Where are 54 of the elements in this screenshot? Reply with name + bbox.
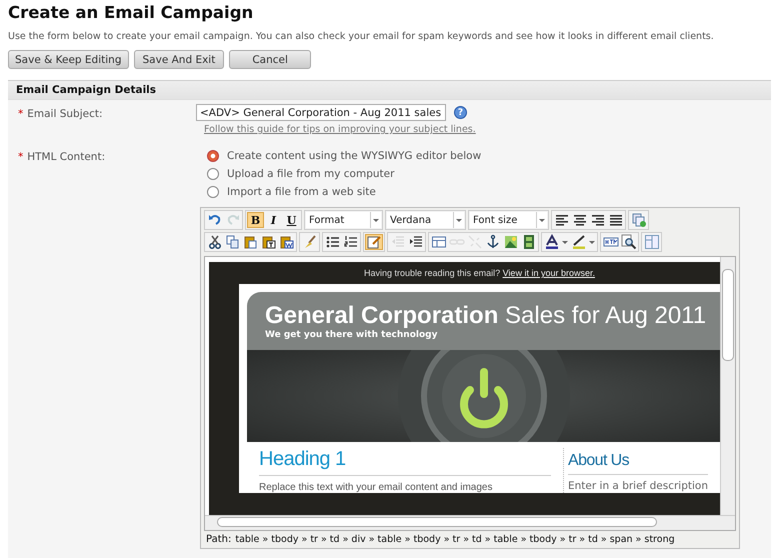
toolbar-dropdown[interactable]: Verdana bbox=[387, 212, 464, 228]
toolbar-dropdown[interactable]: Font size bbox=[470, 212, 547, 228]
vertical-scrollbar[interactable] bbox=[720, 257, 735, 515]
notice-text: Having trouble reading this email? View it in your browser. bbox=[364, 268, 595, 278]
browser-link[interactable]: View it in your browser. bbox=[502, 268, 595, 278]
form-button[interactable]: Cancel bbox=[229, 50, 311, 69]
radio-button[interactable] bbox=[207, 150, 219, 162]
scissors-icon[interactable] bbox=[206, 234, 223, 250]
path-label: Path: bbox=[206, 534, 232, 545]
sidebar-heading: About Us bbox=[568, 448, 708, 475]
radio-button[interactable] bbox=[207, 186, 219, 198]
align-right-icon[interactable] bbox=[589, 212, 606, 228]
required-mark: * bbox=[18, 108, 24, 120]
form-button[interactable]: Save And Exit bbox=[134, 50, 224, 69]
field-label: Email Subject: bbox=[27, 108, 103, 120]
horizontal-scrollbar[interactable] bbox=[205, 515, 735, 530]
radio-label[interactable]: Upload a file from my computer bbox=[227, 168, 394, 180]
paste-word-icon[interactable] bbox=[278, 234, 295, 250]
content-heading: Heading 1 bbox=[259, 448, 551, 476]
format-button[interactable]: I bbox=[265, 212, 282, 228]
table-icon[interactable] bbox=[430, 234, 447, 250]
text-color-icon[interactable] bbox=[543, 234, 569, 250]
radio-button[interactable] bbox=[207, 168, 219, 180]
radio-label[interactable]: Create content using the WYSIWYG editor below bbox=[227, 150, 482, 162]
format-button[interactable]: U bbox=[283, 212, 300, 228]
page-description: Use the form below to create your email campaign. You can also check your email for spam keywords and see how it looks in different email clients. bbox=[8, 31, 715, 42]
magnifier-icon[interactable] bbox=[620, 234, 637, 250]
bullet-list-icon[interactable] bbox=[324, 234, 341, 250]
pages-icon[interactable] bbox=[630, 212, 647, 228]
align-left-icon[interactable] bbox=[553, 212, 570, 228]
picture-icon[interactable] bbox=[502, 234, 519, 250]
form-button[interactable]: Save & Keep Editing bbox=[8, 50, 128, 69]
guide-link[interactable]: Follow this guide for tips on improving your subject lines. bbox=[204, 124, 771, 135]
required-mark: * bbox=[18, 151, 24, 163]
highlight-icon[interactable] bbox=[570, 234, 596, 250]
section-title: Email Campaign Details bbox=[16, 84, 156, 96]
copy-icon[interactable] bbox=[224, 234, 241, 250]
content-text: Replace this text with your email content and images bbox=[259, 482, 494, 493]
page-title: Create an Email Campaign bbox=[7, 2, 254, 22]
toolbar-dropdown[interactable]: Format bbox=[306, 212, 381, 228]
align-center-icon[interactable] bbox=[571, 212, 588, 228]
align-justify-icon[interactable] bbox=[607, 212, 624, 228]
note-icon[interactable] bbox=[365, 234, 383, 250]
paste-icon[interactable] bbox=[242, 234, 259, 250]
element-path: table » tbody » tr » td » div » table » tbody » tr » td » table » tbody » tr » td » span » strong bbox=[235, 534, 675, 545]
email-tagline: We get you there with technology bbox=[265, 330, 438, 340]
layout-icon[interactable] bbox=[643, 234, 660, 250]
format-button[interactable]: B bbox=[247, 212, 264, 228]
email-headline: General Corporation Sales for Aug 2011 bbox=[265, 302, 708, 330]
sidebar-text: Enter in a brief description bbox=[568, 480, 708, 492]
subject-field[interactable]: <ADV> General Corporation - Aug 2011 sales bbox=[196, 104, 446, 121]
paste-text-icon[interactable] bbox=[260, 234, 277, 250]
radio-label[interactable]: Import a file from a web site bbox=[227, 186, 376, 198]
field-label: HTML Content: bbox=[27, 151, 106, 163]
